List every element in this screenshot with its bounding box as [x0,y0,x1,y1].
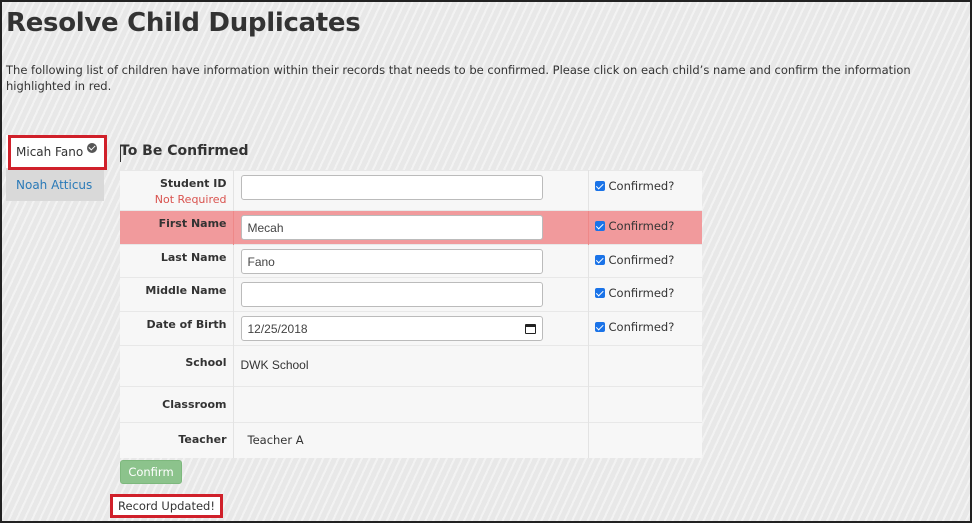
row-student-id: Student ID Not Required Confirmed? [120,170,702,211]
confirmed-checkbox-first-name[interactable] [594,221,605,231]
confirmed-checkbox-middle-name[interactable] [594,288,605,298]
student-id-input[interactable] [240,175,543,200]
text-cursor [120,145,121,162]
field-label: School [185,356,227,369]
sidebar-item-label: Micah Fano [16,144,84,159]
calendar-icon[interactable] [524,323,536,334]
sidebar-item-noah-atticus[interactable]: Noah Atticus [6,168,104,201]
field-label: Classroom [162,398,227,411]
check-circle-icon [87,142,98,153]
not-required-note: Not Required [154,193,227,206]
field-label: Middle Name [145,284,227,297]
last-name-input[interactable]: Fano [240,249,543,274]
row-first-name: First Name Mecah Confirmed? [120,210,702,245]
sidebar-item-micah-fano[interactable]: Micah Fano [6,135,104,168]
confirmed-label: Confirmed? [608,253,675,267]
row-last-name: Last Name Fano Confirmed? [120,244,702,278]
field-label: First Name [158,217,227,230]
confirmed-label: Confirmed? [608,320,675,334]
confirm-button[interactable]: Confirm [120,460,182,484]
row-teacher: Teacher Teacher A [120,422,702,458]
middle-name-input[interactable] [240,282,543,307]
field-label: Last Name [160,251,227,264]
row-classroom: Classroom [120,386,702,423]
teacher-value: Teacher A [247,433,304,447]
confirmed-label: Confirmed? [608,219,675,233]
confirmed-label: Confirmed? [608,286,675,300]
intro-text: The following list of children have info… [6,63,911,93]
classroom-value [241,391,588,393]
first-name-input[interactable]: Mecah [240,215,543,240]
school-value: DWK School [240,358,309,372]
sidebar-item-label: Noah Atticus [16,177,93,192]
row-school: School DWK School [120,345,702,387]
confirmed-checkbox-date-of-birth[interactable] [594,322,605,332]
record-updated-message: Record Updated! [110,494,223,518]
child-list: Micah Fano Noah Atticus [6,135,104,201]
confirmed-label: Confirmed? [608,179,675,193]
row-middle-name: Middle Name Confirmed? [120,277,702,312]
confirmation-form: Student ID Not Required Confirmed? First… [120,170,702,458]
date-of-birth-input[interactable]: 12/25/2018 [240,316,543,341]
field-label: Student ID [160,177,227,190]
panel-title: To Be Confirmed [120,143,249,159]
row-date-of-birth: Date of Birth 12/25/2018 Confirmed? [120,311,702,346]
confirmed-checkbox-last-name[interactable] [594,255,605,265]
page-title: Resolve Child Duplicates [6,8,361,38]
field-label: Date of Birth [146,318,227,331]
confirmed-checkbox-student-id[interactable] [594,181,605,191]
field-label: Teacher [178,433,227,446]
date-value: 12/25/2018 [247,321,308,336]
